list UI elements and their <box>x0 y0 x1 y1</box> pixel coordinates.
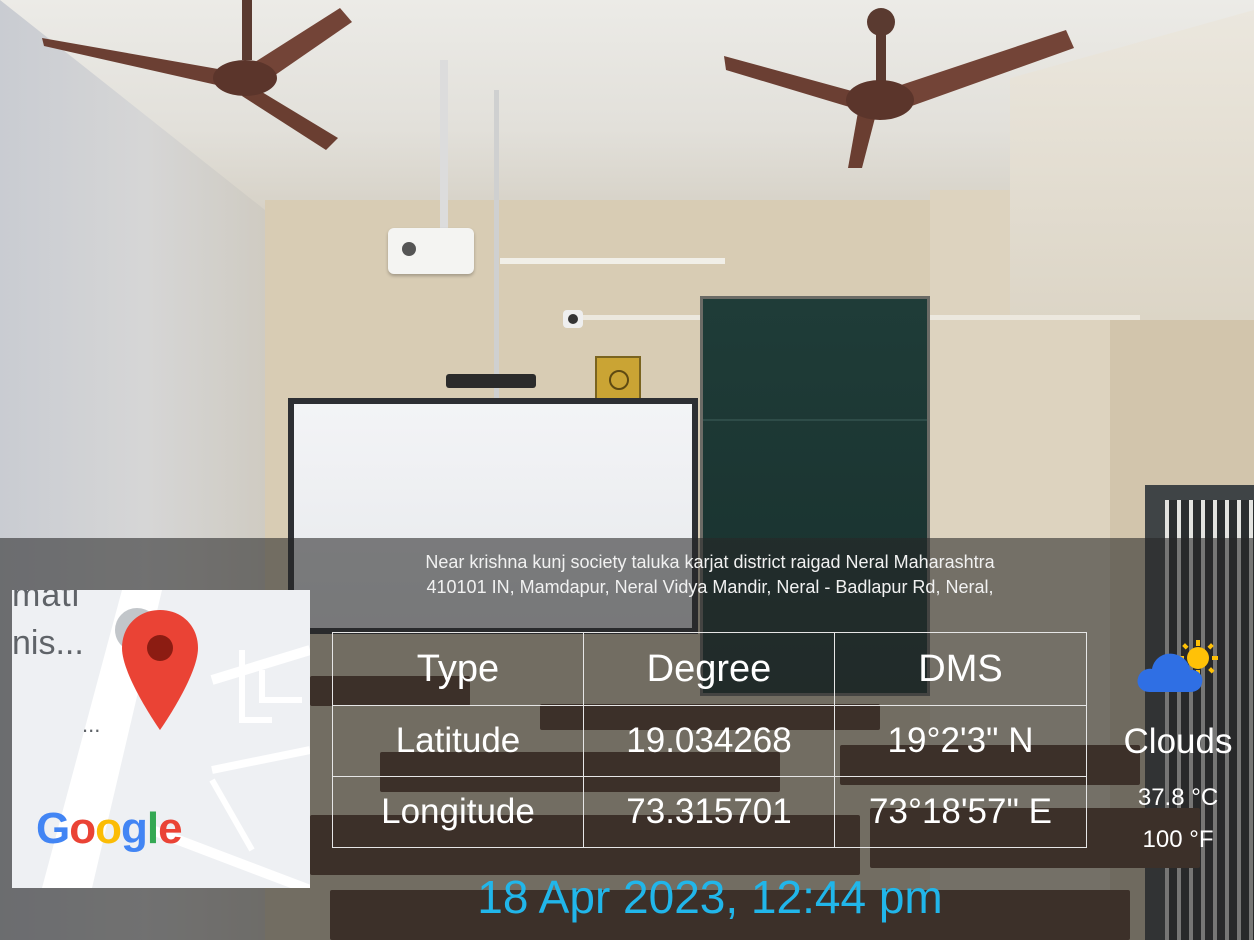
google-letter: l <box>146 804 159 853</box>
longitude-label: Longitude <box>332 776 584 848</box>
cloud-sun-icon <box>1137 640 1218 692</box>
coordinates-table: Type Degree DMS Latitude 19.034268 19°2'… <box>332 632 1087 848</box>
google-letter: e <box>158 804 183 853</box>
address-line-1: Near krishna kunj society taluka karjat … <box>425 552 995 572</box>
ceiling-fan-right <box>724 8 1074 168</box>
temperature-fahrenheit: 100 °F <box>1142 826 1214 853</box>
map-thumbnail: mati nis... ... Google <box>12 590 310 888</box>
header-degree: Degree <box>583 632 835 706</box>
projector-lens <box>402 242 416 256</box>
google-logo: Google <box>36 804 183 854</box>
latitude-degree: 19.034268 <box>583 705 835 777</box>
camera-lens <box>568 314 578 324</box>
google-letter: o <box>95 804 122 853</box>
google-letter: o <box>69 804 96 853</box>
frame-emblem <box>609 370 629 390</box>
latitude-dms: 19°2'3" N <box>834 705 1087 777</box>
map-pin-icon <box>122 610 198 730</box>
table-row-longitude: Longitude 73.315701 73°18'57" E <box>332 776 1087 848</box>
map-label: mati <box>12 590 81 614</box>
timestamp: 18 Apr 2023, 12:44 pm <box>477 871 943 923</box>
address: Near krishna kunj society taluka karjat … <box>330 550 1090 600</box>
chalkboard-seam <box>703 419 927 421</box>
speaker-bar <box>446 374 536 388</box>
address-line-2: 410101 IN, Mamdapur, Neral Vidya Mandir,… <box>426 577 994 597</box>
map-place-label: nis... <box>12 624 84 662</box>
weather-condition: Clouds <box>1123 722 1233 761</box>
header-type: Type <box>332 632 584 706</box>
temperature-celsius: 37.8 °C <box>1137 784 1219 811</box>
longitude-dms: 73°18'57" E <box>834 776 1087 848</box>
table-header-row: Type Degree DMS <box>332 632 1087 706</box>
google-letter: G <box>36 804 70 853</box>
projector <box>388 228 474 274</box>
cctv-camera <box>563 310 583 328</box>
header-dms: DMS <box>834 632 1087 706</box>
table-row-latitude: Latitude 19.034268 19°2'3" N <box>332 705 1087 777</box>
ceiling-fan-left <box>42 0 352 150</box>
conduit-pole <box>494 90 499 405</box>
longitude-degree: 73.315701 <box>583 776 835 848</box>
geotagged-photo: Near krishna kunj society taluka karjat … <box>0 0 1254 940</box>
google-letter: g <box>121 804 148 853</box>
wire-trunking <box>500 258 725 264</box>
projector-mount <box>440 60 448 235</box>
latitude-label: Latitude <box>332 705 584 777</box>
map-dots: ... <box>82 712 101 737</box>
